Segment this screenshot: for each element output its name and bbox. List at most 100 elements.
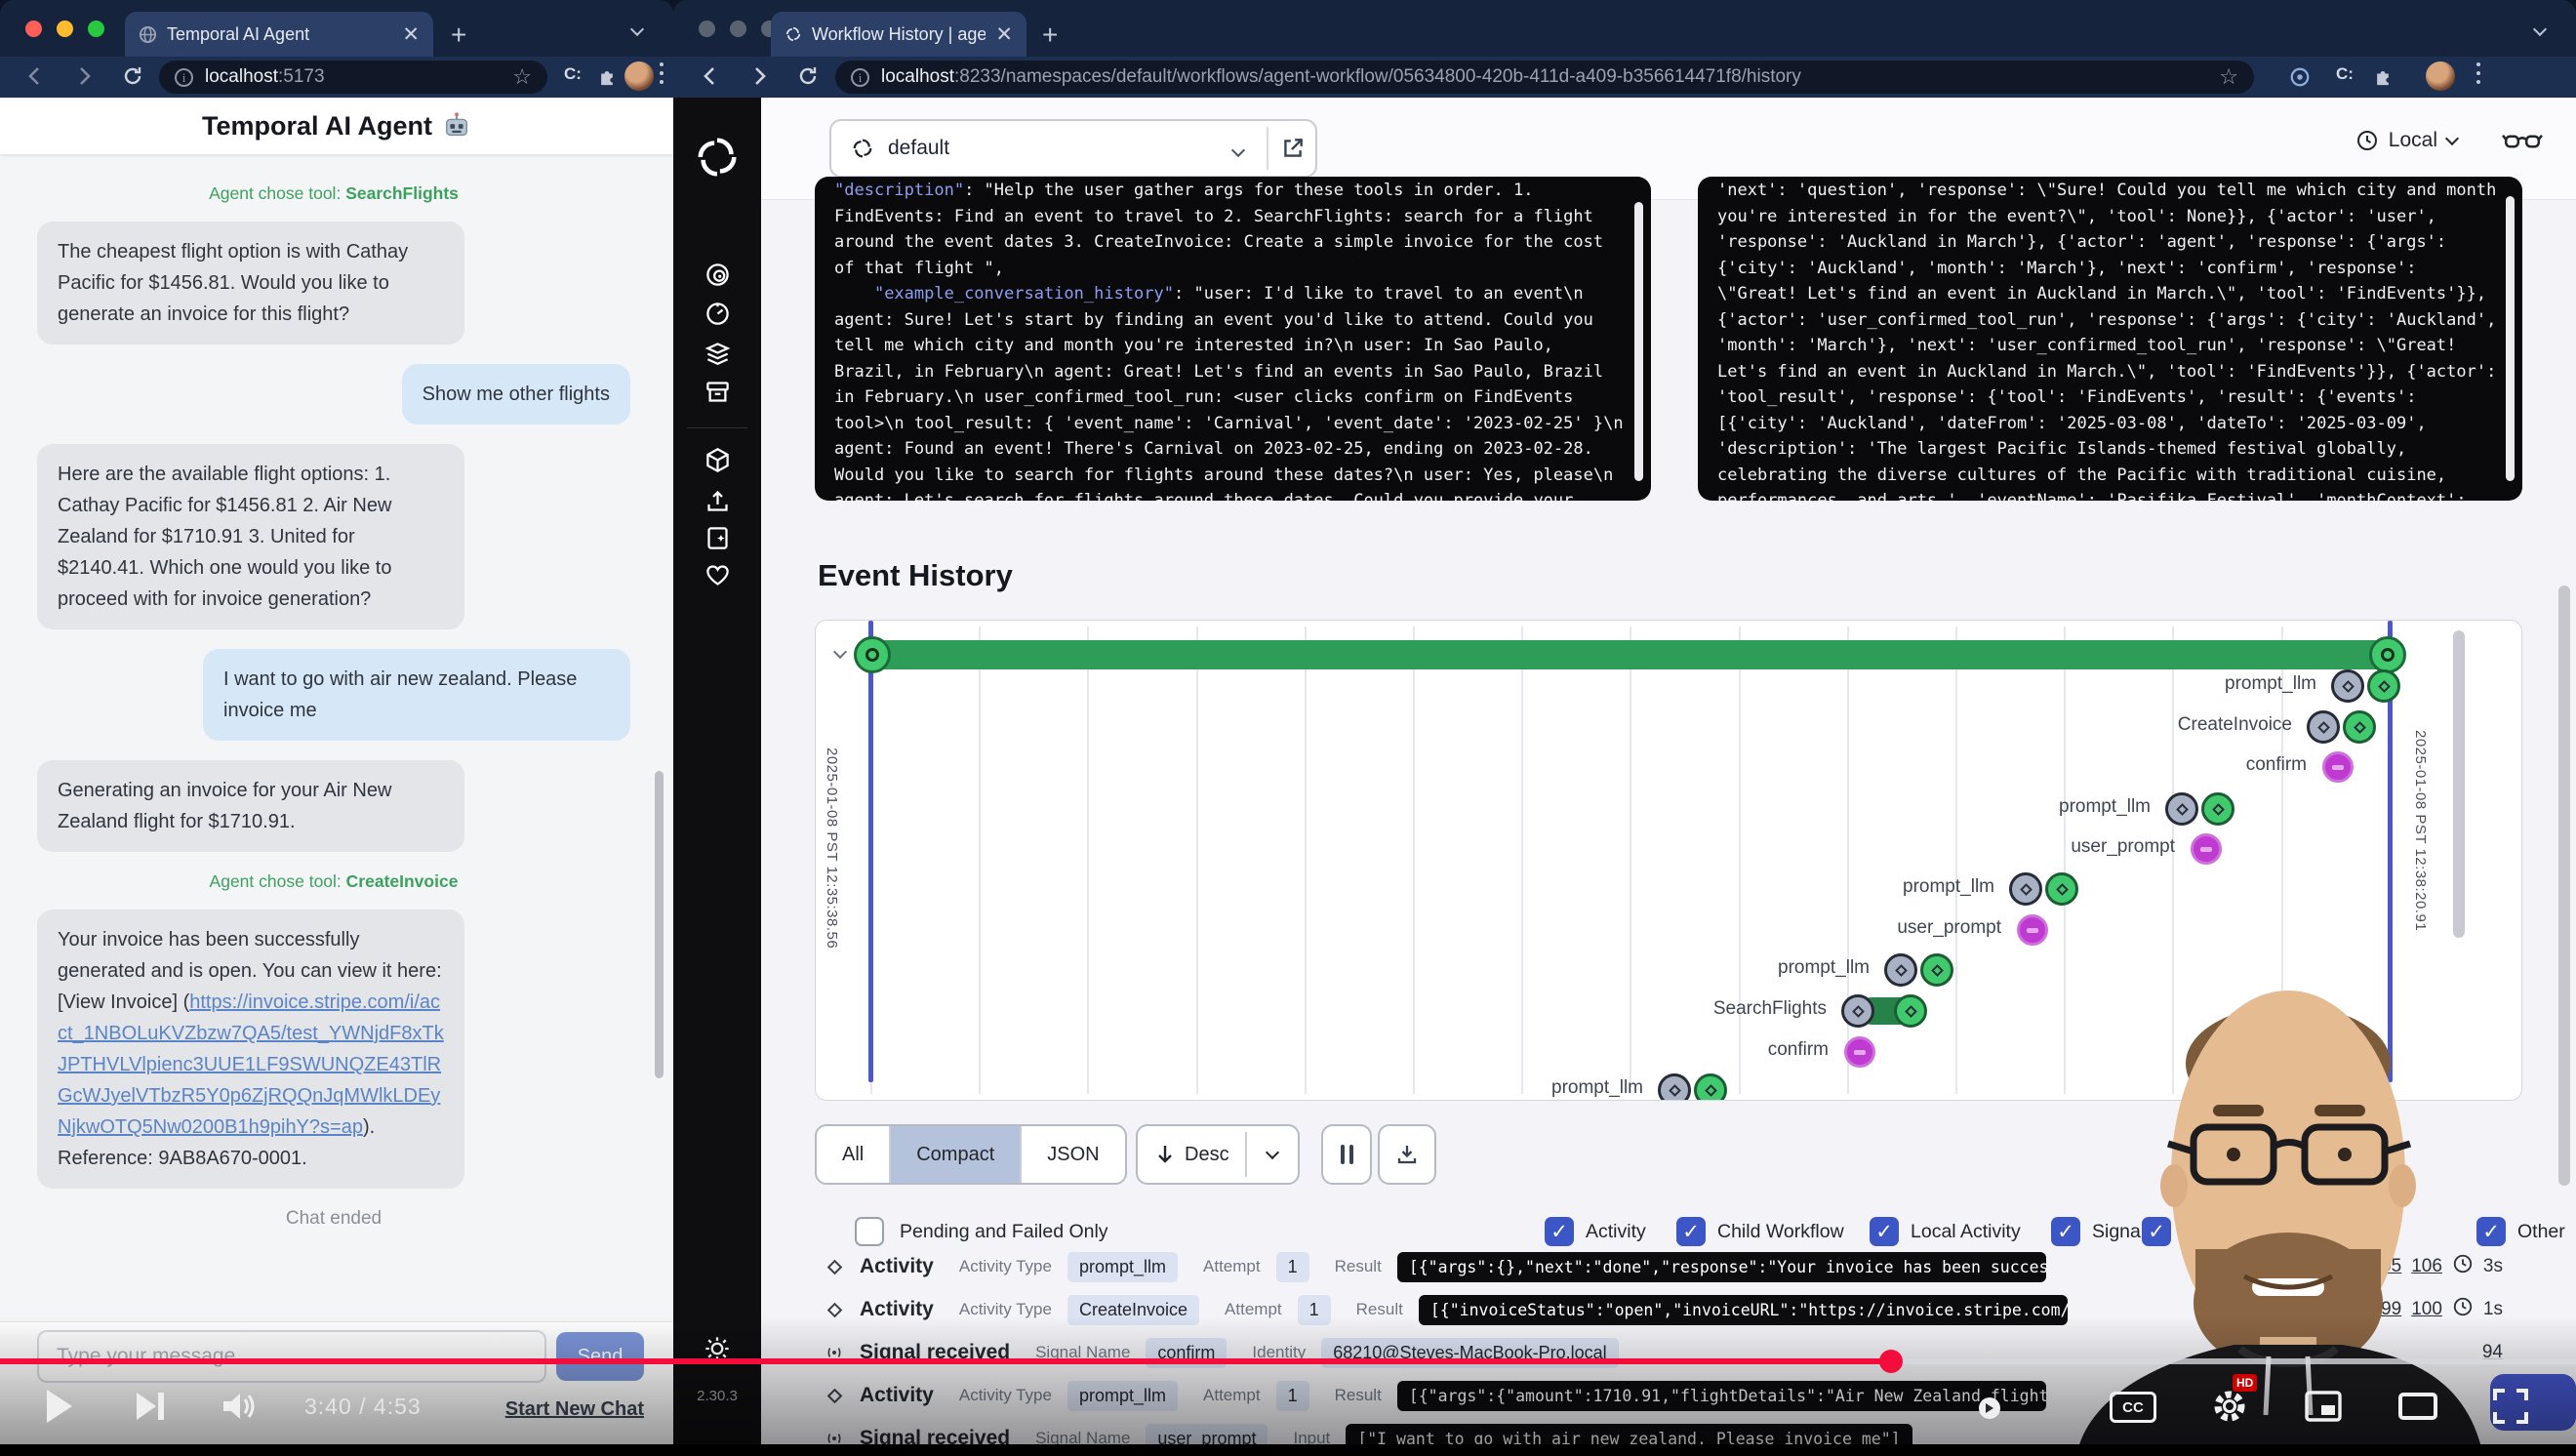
extensions-puzzle-icon[interactable]	[597, 66, 617, 86]
tab-all[interactable]: All	[817, 1126, 891, 1183]
activity-scheduled-marker[interactable]	[2009, 872, 2042, 906]
tab-compact[interactable]: Compact	[891, 1126, 1022, 1183]
timezone-select[interactable]: Local	[2355, 129, 2457, 152]
extension-circle-icon[interactable]	[2289, 66, 2311, 88]
activity-completed-marker[interactable]	[2045, 872, 2078, 906]
tab-workflow-history[interactable]: Workflow History | agent-wor ✕	[771, 12, 1026, 57]
activity-completed-marker[interactable]	[2201, 792, 2234, 826]
forward-icon[interactable]	[72, 64, 96, 88]
tab-search-chevron-icon[interactable]	[632, 21, 642, 39]
theater-mode-button[interactable]	[2398, 1392, 2437, 1421]
filter-checkbox-activity[interactable]: ✓Activity	[1545, 1217, 1646, 1246]
workflow-end-marker[interactable]	[2369, 636, 2406, 673]
profile-avatar[interactable]	[2426, 61, 2455, 91]
temporal-logo-icon[interactable]	[673, 135, 761, 180]
forward-icon[interactable]	[747, 64, 771, 88]
menu-dots-icon[interactable]	[2476, 62, 2480, 66]
miniplayer-button[interactable]	[2305, 1390, 2342, 1423]
docs-icon[interactable]	[673, 525, 761, 551]
video-progress-bar[interactable]	[0, 1358, 2576, 1364]
checkbox-checked-icon[interactable]: ✓	[1676, 1217, 1706, 1246]
labs-glasses-icon[interactable]	[2502, 129, 2543, 154]
extension-c-icon[interactable]: C:	[2336, 64, 2354, 84]
site-info-icon[interactable]: i	[175, 68, 193, 87]
activity-scheduled-marker[interactable]	[2307, 710, 2340, 744]
tab-json[interactable]: JSON	[1022, 1126, 1124, 1183]
code-scrollbar[interactable]	[2506, 196, 2515, 481]
menu-dots-icon[interactable]	[660, 62, 664, 66]
workflow-input-json-panel[interactable]: "description": "Help the user gather arg…	[815, 177, 1651, 501]
sort-chevron-icon[interactable]	[1247, 1152, 1298, 1157]
site-info-icon[interactable]: i	[851, 68, 869, 87]
reload-icon[interactable]	[121, 64, 144, 88]
signal-marker[interactable]	[2322, 751, 2354, 783]
activity-scheduled-marker[interactable]	[1884, 953, 1917, 987]
window-controls[interactable]	[25, 20, 104, 37]
bookmark-star-icon[interactable]: ☆	[2219, 65, 2238, 90]
collapse-timeline-chevron-icon[interactable]	[835, 644, 845, 662]
activity-completed-marker[interactable]	[1920, 953, 1953, 987]
activity-scheduled-marker[interactable]	[1658, 1073, 1691, 1101]
tab-close-icon[interactable]: ✕	[402, 24, 420, 45]
archival-icon[interactable]	[673, 379, 761, 405]
extension-c-icon[interactable]: C:	[564, 64, 582, 84]
signal-marker[interactable]	[2191, 833, 2222, 865]
checkbox-unchecked-icon[interactable]	[855, 1217, 884, 1246]
close-window-button[interactable]	[25, 20, 42, 37]
timeline-scrollbar[interactable]	[2453, 630, 2465, 938]
code-scrollbar[interactable]	[1634, 202, 1643, 481]
extensions-puzzle-icon[interactable]	[2373, 66, 2393, 86]
download-history-button[interactable]	[1378, 1124, 1436, 1185]
settings-gear-icon[interactable]	[2211, 1388, 2248, 1425]
tab-temporal-ai-agent[interactable]: Temporal AI Agent ✕	[125, 12, 433, 57]
sort-order-control[interactable]: Desc	[1136, 1124, 1300, 1185]
activity-completed-marker[interactable]	[1694, 1073, 1727, 1101]
schedules-icon[interactable]	[673, 301, 761, 327]
activity-scheduled-marker[interactable]	[2331, 669, 2364, 703]
chat-scrollbar[interactable]	[655, 771, 664, 1078]
signal-marker[interactable]	[2017, 914, 2048, 946]
address-bar[interactable]: i localhost:8233/namespaces/default/work…	[835, 61, 2254, 94]
filter-checkbox-local-activity[interactable]: ✓Local Activity	[1870, 1217, 2021, 1246]
activity-completed-marker[interactable]	[2367, 669, 2400, 703]
new-tab-button[interactable]: +	[1042, 20, 1058, 51]
tab-close-icon[interactable]: ✕	[995, 24, 1013, 45]
checkbox-checked-icon[interactable]: ✓	[1870, 1217, 1899, 1246]
workflow-start-marker[interactable]	[854, 636, 891, 673]
checkbox-checked-icon[interactable]: ✓	[1545, 1217, 1574, 1246]
play-button[interactable]	[43, 1388, 74, 1425]
stack-icon[interactable]	[673, 340, 761, 366]
activity-completed-marker[interactable]	[2343, 710, 2376, 744]
signal-marker[interactable]	[1844, 1036, 1875, 1068]
namespace-select[interactable]: default	[829, 119, 1317, 178]
reload-icon[interactable]	[796, 64, 820, 88]
new-tab-button[interactable]: +	[451, 20, 466, 51]
workflow-execution-span-bar[interactable]	[872, 640, 2388, 669]
pause-updates-button[interactable]	[1321, 1124, 1372, 1185]
workflow-result-json-panel[interactable]: 'next': 'question', 'response': \"Sure! …	[1698, 177, 2522, 501]
pending-failed-only-checkbox[interactable]: Pending and Failed Only	[855, 1217, 1108, 1246]
minimize-window-button[interactable]	[730, 20, 746, 37]
window-controls[interactable]	[699, 20, 778, 37]
profile-avatar[interactable]	[624, 61, 654, 91]
bookmark-star-icon[interactable]: ☆	[512, 65, 532, 90]
back-icon[interactable]	[23, 64, 47, 88]
tab-search-chevron-icon[interactable]	[2535, 21, 2545, 39]
activity-scheduled-marker[interactable]	[1841, 994, 1874, 1028]
back-icon[interactable]	[699, 64, 722, 88]
activity-scheduled-marker[interactable]	[2165, 792, 2198, 826]
volume-button[interactable]	[221, 1390, 260, 1423]
next-button[interactable]	[135, 1392, 166, 1421]
captions-button[interactable]: CC	[2110, 1392, 2156, 1423]
import-icon[interactable]	[673, 488, 761, 514]
filter-checkbox-child-workflow[interactable]: ✓Child Workflow	[1676, 1217, 1844, 1246]
open-namespace-external-icon[interactable]	[1280, 136, 1306, 161]
address-bar[interactable]: i localhost:5173 ☆	[159, 61, 547, 94]
namespaces-cube-icon[interactable]	[673, 447, 761, 473]
minimize-window-button[interactable]	[57, 20, 73, 37]
close-window-button[interactable]	[699, 20, 715, 37]
fullscreen-button[interactable]	[2492, 1388, 2529, 1425]
feedback-heart-icon[interactable]	[673, 562, 761, 588]
activity-completed-marker[interactable]	[1894, 994, 1927, 1028]
video-playhead[interactable]	[1879, 1350, 1903, 1373]
